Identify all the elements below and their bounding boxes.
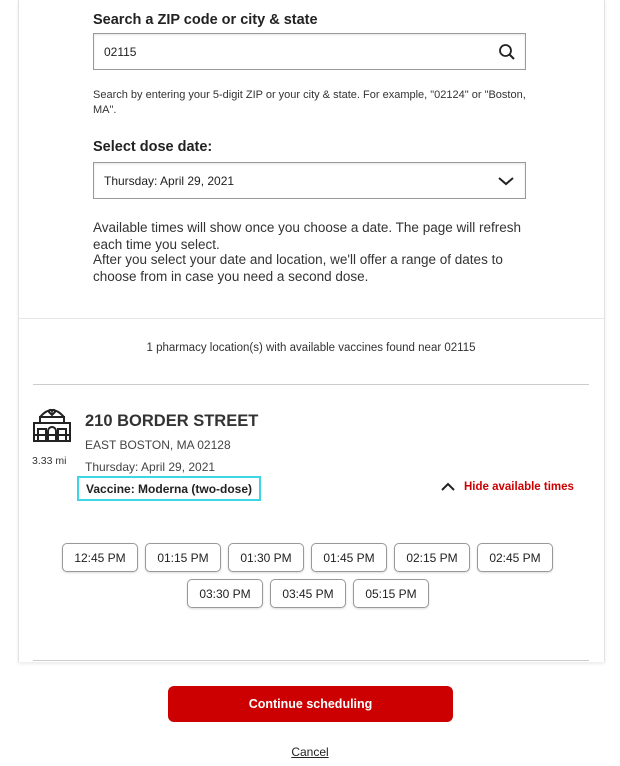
divider — [18, 318, 604, 319]
chevron-down-icon — [498, 177, 514, 186]
search-input[interactable]: 02115 — [93, 33, 526, 70]
dose-info-1: Available times will show once you choos… — [93, 220, 521, 252]
time-slot[interactable]: 02:45 PM — [477, 543, 553, 572]
time-slot[interactable]: 03:30 PM — [187, 579, 263, 608]
location-city: EAST BOSTON, MA 02128 — [85, 438, 231, 452]
cancel-link[interactable]: Cancel — [0, 745, 620, 759]
time-slot[interactable]: 02:15 PM — [394, 543, 470, 572]
continue-scheduling-button[interactable]: Continue scheduling — [168, 686, 453, 722]
hide-times-toggle[interactable]: Hide available times — [440, 481, 574, 493]
time-slot[interactable]: 01:45 PM — [311, 543, 387, 572]
pharmacy-store-icon — [33, 408, 71, 442]
time-slot[interactable]: 05:15 PM — [353, 579, 429, 608]
distance: 3.33 mi — [32, 455, 67, 467]
dose-info-2: After you select your date and location,… — [93, 252, 503, 284]
time-slot[interactable]: 01:15 PM — [145, 543, 221, 572]
dose-label: Select dose date: — [93, 139, 213, 155]
time-slot[interactable]: 03:45 PM — [270, 579, 346, 608]
divider — [33, 660, 589, 661]
search-label: Search a ZIP code or city & state — [93, 12, 318, 28]
results-summary: 1 pharmacy location(s) with available va… — [146, 342, 476, 354]
vaccine-label: Vaccine: Moderna (two-dose) — [86, 481, 253, 496]
dose-date-value: Thursday: April 29, 2021 — [104, 173, 235, 188]
search-icon[interactable] — [498, 43, 516, 61]
time-slot[interactable]: 12:45 PM — [62, 543, 138, 572]
vaccine-type: Vaccine: Moderna (two-dose) — [77, 476, 261, 501]
cancel-label[interactable]: Cancel — [291, 745, 328, 759]
chevron-up-icon — [441, 482, 455, 491]
hide-times-label: Hide available times — [464, 481, 574, 493]
location-name: 210 BORDER STREET — [85, 412, 259, 430]
dose-date-select[interactable]: Thursday: April 29, 2021 — [93, 162, 526, 199]
divider — [33, 384, 589, 385]
search-value: 02115 — [104, 44, 137, 59]
search-help: Search by entering your 5-digit ZIP or y… — [93, 89, 526, 116]
location-date: Thursday: April 29, 2021 — [85, 460, 216, 474]
time-slot[interactable]: 01:30 PM — [228, 543, 304, 572]
